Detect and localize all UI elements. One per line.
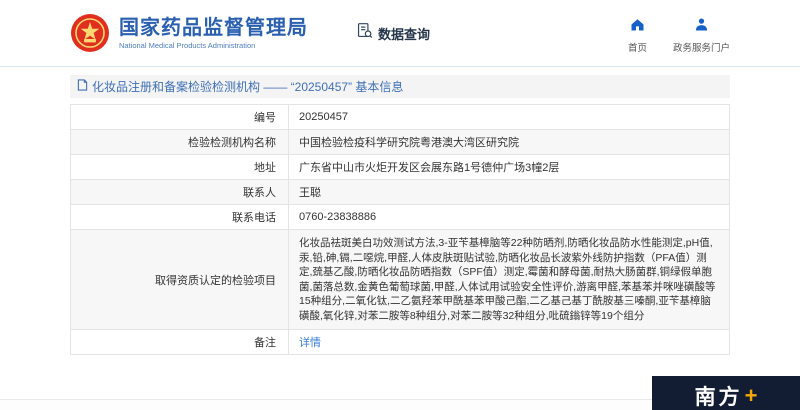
table-row-certified-items: 取得资质认定的检验项目 化妆品祛斑美白功效测试方法,3-亚苄基樟脑等22种防晒剂… <box>71 230 730 330</box>
row-label: 备注 <box>71 330 289 355</box>
row-label: 编号 <box>71 105 289 130</box>
document-icon <box>77 78 92 96</box>
table-row: 检验检测机构名称 中国检验检疫科学研究院粤港澳大湾区研究院 <box>71 130 730 155</box>
national-emblem-logo <box>70 13 110 53</box>
page-title-bar: 化妆品注册和备案检验检测机构 —— “20250457” 基本信息 <box>70 75 730 98</box>
user-icon <box>694 17 709 40</box>
nav-portal-label: 政务服务门户 <box>673 40 730 54</box>
row-label: 检验检测机构名称 <box>71 130 289 155</box>
row-value: 化妆品祛斑美白功效测试方法,3-亚苄基樟脑等22种防晒剂,防晒化妆品防水性能测定… <box>289 230 730 330</box>
site-header: 国家药品监督管理局 National Medical Products Admi… <box>0 0 800 67</box>
brand-block: 国家药品监督管理局 National Medical Products Admi… <box>119 17 308 50</box>
row-value: 20250457 <box>289 105 730 130</box>
row-label: 联系人 <box>71 180 289 205</box>
row-value: 王聪 <box>289 180 730 205</box>
watermark-plus: + <box>745 383 758 409</box>
nav-item-home[interactable]: 首页 <box>628 17 647 54</box>
site-title: 国家药品监督管理局 <box>119 17 308 39</box>
document-search-icon <box>356 22 378 44</box>
watermark-text: 南方 <box>695 381 743 410</box>
home-icon <box>630 17 645 40</box>
table-row: 联系电话 0760-23838886 <box>71 205 730 230</box>
nav-item-portal[interactable]: 政务服务门户 <box>673 17 730 54</box>
row-value: 0760-23838886 <box>289 205 730 230</box>
header-nav: 首页 政务服务门户 <box>628 13 730 54</box>
row-value: 中国检验检疫科学研究院粤港澳大湾区研究院 <box>289 130 730 155</box>
institution-info-table: 编号 20250457 检验检测机构名称 中国检验检疫科学研究院粤港澳大湾区研究… <box>70 104 730 355</box>
row-label: 取得资质认定的检验项目 <box>71 230 289 330</box>
nav-home-label: 首页 <box>628 40 647 54</box>
table-row: 联系人 王聪 <box>71 180 730 205</box>
site-footer: 本站由国家药品监督管理局主办 版权所有：国家药品监督管理局 Copyright … <box>0 399 800 410</box>
data-query-label: 数据查询 <box>378 24 430 43</box>
nanfang-plus-watermark: 南方 + <box>652 376 800 410</box>
table-row: 地址 广东省中山市火炬开发区会展东路1号德仲广场3幢2层 <box>71 155 730 180</box>
page-title: 化妆品注册和备案检验检测机构 —— “20250457” 基本信息 <box>92 78 403 95</box>
data-query-tab[interactable]: 数据查询 <box>356 22 430 44</box>
table-row: 编号 20250457 <box>71 105 730 130</box>
row-label: 联系电话 <box>71 205 289 230</box>
details-link[interactable]: 详情 <box>299 337 321 349</box>
table-row-remark: 备注 详情 <box>71 330 730 355</box>
row-label: 地址 <box>71 155 289 180</box>
site-subtitle: National Medical Products Administration <box>119 41 308 50</box>
row-value: 广东省中山市火炬开发区会展东路1号德仲广场3幢2层 <box>289 155 730 180</box>
